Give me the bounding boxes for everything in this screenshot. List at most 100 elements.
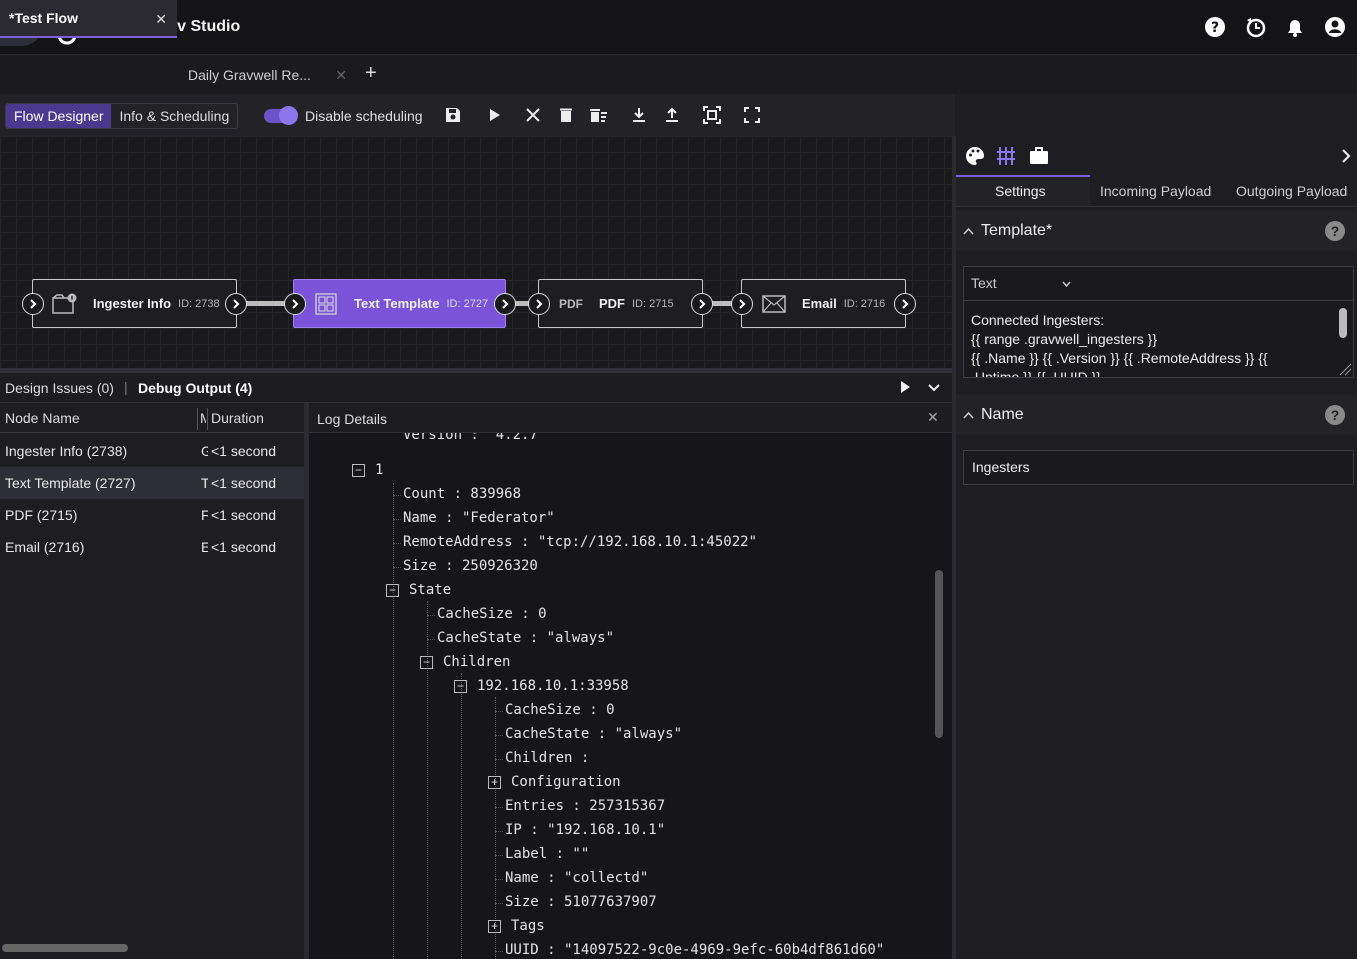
delete-all-icon[interactable] — [590, 106, 608, 124]
column-message[interactable]: M — [200, 403, 206, 433]
download-icon[interactable] — [630, 106, 648, 124]
upload-icon[interactable] — [663, 106, 681, 124]
template-type-select[interactable] — [963, 266, 1354, 301]
tab-test-flow[interactable]: *Test Flow ✕ — [0, 0, 177, 38]
input-port[interactable] — [731, 293, 753, 315]
chevron-down-icon[interactable] — [927, 381, 941, 395]
template-line: Connected Ingesters: — [971, 312, 1105, 328]
debug-output-tab[interactable]: Debug Output (4) — [138, 380, 252, 396]
table-row[interactable]: Ingester Info (2738) G <1 second — [0, 435, 304, 467]
close-icon[interactable]: ✕ — [155, 11, 167, 28]
history-icon[interactable] — [1245, 16, 1267, 38]
help-icon[interactable]: ? — [1325, 221, 1345, 241]
tree-node[interactable]: 192.168.10.1:33958 — [477, 678, 629, 694]
add-tab-button[interactable]: + — [365, 62, 377, 85]
row-node-name: PDF (2715) — [5, 507, 78, 523]
tree-node[interactable]: State — [409, 582, 451, 598]
flow-node-ingester-info[interactable]: Ingester Info ID: 2738 — [32, 279, 237, 328]
chevron-right-icon — [233, 299, 240, 309]
template-text[interactable]: Connected Ingesters: {{ range .gravwell_… — [971, 311, 1331, 377]
text-template-icon — [312, 290, 340, 318]
config-icon[interactable] — [996, 146, 1016, 166]
collapse-icon[interactable]: − — [454, 680, 467, 693]
flow-node-text-template[interactable]: Text Template ID: 2727 — [293, 279, 506, 328]
column-divider[interactable] — [197, 408, 198, 430]
tree-line: Version : "4.2.7" — [403, 433, 547, 443]
chevron-up-icon[interactable] — [963, 410, 974, 421]
tree-node[interactable]: Children — [443, 654, 510, 670]
cancel-icon[interactable] — [524, 106, 542, 124]
tree-node[interactable]: Tags — [511, 918, 545, 934]
row-duration: <1 second — [211, 539, 276, 555]
flow-canvas[interactable] — [0, 136, 952, 368]
column-duration[interactable]: Duration — [211, 403, 264, 433]
input-port[interactable] — [22, 293, 44, 315]
horizontal-scrollbar[interactable] — [2, 944, 128, 952]
row-message: E — [201, 539, 208, 555]
account-icon[interactable] — [1324, 16, 1346, 38]
tab-incoming-payload[interactable]: Incoming Payload — [1100, 183, 1211, 199]
template-scrollbar[interactable] — [1339, 308, 1347, 338]
tab-outgoing-payload[interactable]: Outgoing Payload — [1236, 183, 1347, 199]
flow-node-pdf[interactable]: PDF PDF ID: 2715 — [538, 279, 703, 328]
design-issues-tab[interactable]: Design Issues (0) — [5, 380, 114, 396]
pdf-icon: PDF — [559, 296, 583, 311]
table-row[interactable]: Email (2716) E <1 second — [0, 531, 304, 563]
output-port[interactable] — [225, 293, 247, 315]
help-icon[interactable]: ? — [1204, 16, 1226, 38]
node-id: ID: 2716 — [843, 297, 886, 310]
fit-view-icon[interactable] — [703, 106, 721, 124]
tree-node[interactable]: Configuration — [511, 774, 621, 790]
table-row[interactable]: Text Template (2727) T <1 second — [0, 467, 304, 499]
flow-node-email[interactable]: Email ID: 2716 — [741, 279, 906, 328]
save-icon[interactable] — [444, 106, 462, 124]
run-icon[interactable] — [485, 106, 503, 124]
name-input[interactable]: Ingesters — [963, 450, 1354, 485]
output-port[interactable] — [494, 293, 516, 315]
log-scrollbar[interactable] — [935, 570, 943, 738]
chevron-down-icon[interactable] — [1061, 279, 1072, 290]
close-icon[interactable]: ✕ — [927, 409, 939, 426]
close-icon[interactable]: ✕ — [335, 67, 347, 84]
notifications-bell-icon[interactable] — [1284, 16, 1306, 38]
output-port[interactable] — [691, 293, 713, 315]
info-scheduling-button[interactable]: Info & Scheduling — [111, 104, 237, 128]
chevron-right-icon — [902, 299, 909, 309]
output-port[interactable] — [894, 293, 916, 315]
node-id: ID: 2738 — [178, 297, 220, 310]
node-name: PDF — [599, 296, 625, 311]
play-icon[interactable] — [898, 380, 912, 394]
column-divider[interactable] — [207, 408, 208, 430]
column-node-name[interactable]: Node Name — [5, 403, 80, 433]
template-line: {{ range .gravwell_ingesters }} — [971, 331, 1158, 347]
chevron-right-icon — [502, 299, 509, 309]
node-id: ID: 2727 — [446, 297, 489, 310]
tree-node[interactable]: 1 — [375, 462, 383, 478]
briefcase-icon[interactable] — [1029, 146, 1049, 166]
input-port[interactable] — [528, 293, 550, 315]
log-details-title: Log Details — [317, 411, 388, 427]
help-icon[interactable]: ? — [1325, 405, 1345, 425]
collapse-icon[interactable]: − — [352, 464, 365, 477]
collapse-icon[interactable]: − — [420, 656, 433, 669]
resize-grip-icon[interactable] — [1338, 362, 1352, 376]
chevron-right-icon[interactable] — [1339, 149, 1353, 163]
table-row[interactable]: PDF (2715) F <1 second — [0, 499, 304, 531]
row-duration: <1 second — [211, 475, 276, 491]
tab-settings[interactable]: Settings — [995, 183, 1046, 199]
delete-icon[interactable] — [557, 106, 575, 124]
row-node-name: Text Template (2727) — [5, 475, 136, 491]
chevron-right-icon — [739, 299, 746, 309]
collapse-icon[interactable]: − — [386, 584, 399, 597]
flow-designer-button[interactable]: Flow Designer — [6, 104, 112, 128]
chevron-up-icon[interactable] — [963, 226, 974, 237]
expand-icon[interactable]: + — [488, 776, 501, 789]
expand-icon[interactable]: + — [488, 920, 501, 933]
fullscreen-icon[interactable] — [743, 106, 761, 124]
tab-daily-gravwell[interactable]: Daily Gravwell Re... ✕ — [179, 56, 357, 94]
input-port[interactable] — [284, 293, 306, 315]
row-message: F — [201, 507, 208, 523]
chevron-right-icon — [292, 299, 299, 309]
palette-icon[interactable] — [965, 146, 985, 166]
toggle-knob[interactable] — [279, 106, 298, 125]
